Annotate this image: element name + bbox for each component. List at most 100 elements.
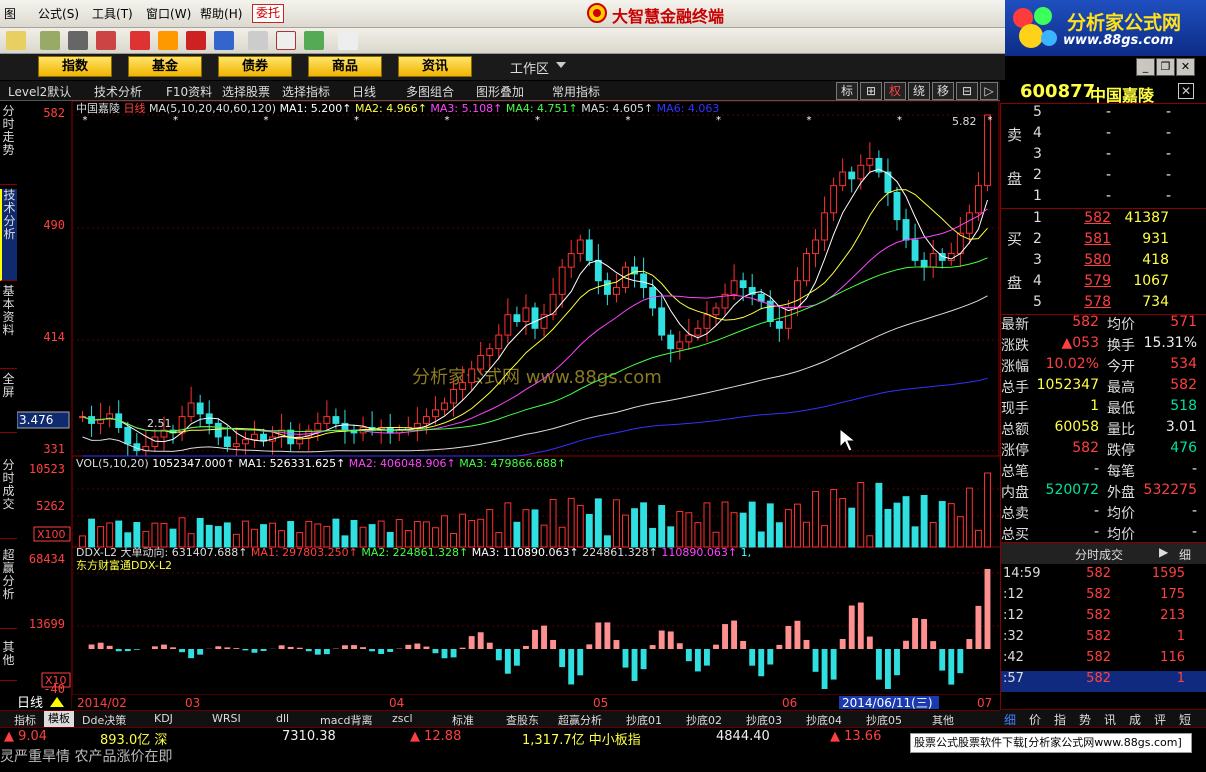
subbar-f10[interactable]: F10资料 [166,83,212,100]
keyboard-icon[interactable] [6,31,26,50]
menu-formula[interactable]: 公式(S) [38,5,79,22]
nav-bond[interactable]: 债券 [218,56,292,77]
nav-index[interactable]: 指数 [38,56,112,77]
btn-grid[interactable]: ⊞ [860,82,882,100]
ticker-item[interactable]: 7310.38 [282,729,336,744]
flag-icon[interactable] [130,31,150,50]
btn-around[interactable]: 绕 [908,82,930,100]
ticker-item[interactable]: 4844.40 [716,729,770,744]
indicator-tab[interactable]: WRSI [212,712,241,725]
tab-technical[interactable]: 技术分析 [0,189,17,281]
indicator-tab[interactable]: dll [276,712,289,725]
menu-window[interactable]: 窗口(W) [146,5,191,22]
tick-row[interactable]: :32 582 1 [1001,629,1206,650]
subbar-level2[interactable]: Level2默认 [8,83,71,100]
right-tab[interactable]: 讯 [1104,711,1116,728]
indicator-tab[interactable]: 模板 [44,711,74,727]
bid-row[interactable]: 1 582 41387 [1001,210,1206,231]
indicator-tab[interactable]: KDJ [154,712,173,725]
tab-other[interactable]: 其他 [0,641,17,681]
ask-row[interactable]: 3-- [1001,146,1206,167]
indicator-tab[interactable]: 抄底04 [806,712,842,728]
menu-tools[interactable]: 工具(T) [92,5,133,22]
binoculars-icon[interactable] [68,31,88,50]
chart-red-icon[interactable] [186,31,206,50]
calendar-icon[interactable] [276,31,296,50]
right-tab[interactable]: 成 [1129,711,1141,728]
btn-rights[interactable]: 权 [884,82,906,100]
indicator-tab[interactable]: 超赢分析 [558,712,602,728]
indicator-tab[interactable]: 标准 [452,712,474,728]
subbar-multi[interactable]: 多图组合 [406,83,454,100]
btn-zoom[interactable]: ⊟ [956,82,978,100]
tick-row[interactable]: :42 582 116 [1001,650,1206,671]
help-pointer-icon[interactable] [338,31,358,50]
ticks-header[interactable]: 分时成交 ▶ 细 [1001,542,1206,564]
tick-row[interactable]: :12 582 213 [1001,608,1206,629]
ask-row[interactable]: 1-- [1001,188,1206,209]
menu-help[interactable]: 帮助(H) [200,5,242,22]
btn-move[interactable]: 移 [932,82,954,100]
indicator-tab[interactable]: Dde决策 [82,712,126,728]
indicator-tab[interactable]: 抄底01 [626,712,662,728]
ad-box[interactable]: 股票公式股票软件下载[分析家公式网www.88gs.com] [910,733,1192,753]
ask-row[interactable]: 4-- [1001,125,1206,146]
tick-row[interactable]: :57 582 1 [1001,671,1206,692]
bid-row[interactable]: 4 579 1067 [1001,273,1206,294]
right-tab[interactable]: 价 [1029,711,1041,728]
refresh-icon[interactable] [40,31,60,50]
ask-row[interactable]: 5-- [1001,104,1206,125]
right-tab[interactable]: 短 [1179,711,1191,728]
bid-row[interactable]: 2 581 931 [1001,231,1206,252]
tab-ticks[interactable]: 分时成交 [0,459,17,539]
ask-row[interactable]: 2-- [1001,167,1206,188]
indicator-tab[interactable]: 查股东 [506,712,539,728]
btn-mark[interactable]: 标 [836,82,858,100]
subbar-overlay[interactable]: 图形叠加 [476,83,524,100]
nav-fund[interactable]: 基金 [128,56,202,77]
subbar-select-indicator[interactable]: 选择指标 [282,83,330,100]
kline-chart[interactable]: 582 490 414 331 3.476 10523 5262 X100 68434 13699… [16,100,1000,711]
subbar-tech[interactable]: 技术分析 [94,83,142,100]
right-tab[interactable]: 评 [1154,711,1166,728]
indicator-tab[interactable]: zscl [392,712,413,725]
chart-blue-icon[interactable] [214,31,234,50]
right-tab[interactable]: 指 [1054,711,1066,728]
minimize-icon[interactable]: _ [1136,58,1155,76]
note-icon[interactable] [248,31,268,50]
workarea-label[interactable]: 工作区 [510,58,549,77]
indicator-tab[interactable]: 抄底03 [746,712,782,728]
books-icon[interactable] [304,31,324,50]
nav-news[interactable]: 资讯 [398,56,472,77]
restore-icon[interactable]: ❐ [1156,58,1175,76]
btn-next[interactable]: ▷ [980,82,998,100]
subbar-select-stock[interactable]: 选择股票 [222,83,270,100]
indicator-tab[interactable]: 指标 [14,712,36,728]
nav-commodity[interactable]: 商品 [308,56,382,77]
subbar-daily[interactable]: 日线 [352,83,376,100]
right-tab[interactable]: 势 [1079,711,1091,728]
tab-timeshare[interactable]: 分时走势 [0,105,17,185]
ticker-item[interactable]: ▲ 12.88 [410,729,461,744]
close-icon[interactable]: ✕ [1176,58,1195,76]
tick-row[interactable]: 14:59 582 1595 [1001,566,1206,587]
menu-file[interactable]: 图 [4,5,16,22]
ticker-item[interactable]: ▲ 13.66 [830,729,881,744]
close-icon[interactable]: ✕ [1178,83,1194,99]
indicator-tab[interactable]: 抄底05 [866,712,902,728]
indicator-tab[interactable]: 其他 [932,712,954,728]
alarm-icon[interactable] [96,31,116,50]
subbar-common[interactable]: 常用指标 [552,83,600,100]
tab-fundamental[interactable]: 基本资料 [0,285,17,369]
chart-area[interactable]: 582 490 414 331 3.476 10523 5262 X100 68434 13699… [16,100,1000,711]
news-text[interactable]: 灵严重旱情 农产品涨价在即 [0,746,172,766]
tab-fullscreen[interactable]: 全屏 [0,373,17,433]
right-tab[interactable]: 细 [1004,711,1016,728]
ticker-item[interactable]: ▲ 9.04 [4,729,47,744]
diamond-icon[interactable] [158,31,178,50]
entrust-button[interactable]: 委托 [252,4,284,23]
bid-row[interactable]: 3 580 418 [1001,252,1206,273]
tab-superwin[interactable]: 超赢分析 [0,549,17,629]
tick-row[interactable]: :12 582 175 [1001,587,1206,608]
indicator-tab[interactable]: 抄底02 [686,712,722,728]
